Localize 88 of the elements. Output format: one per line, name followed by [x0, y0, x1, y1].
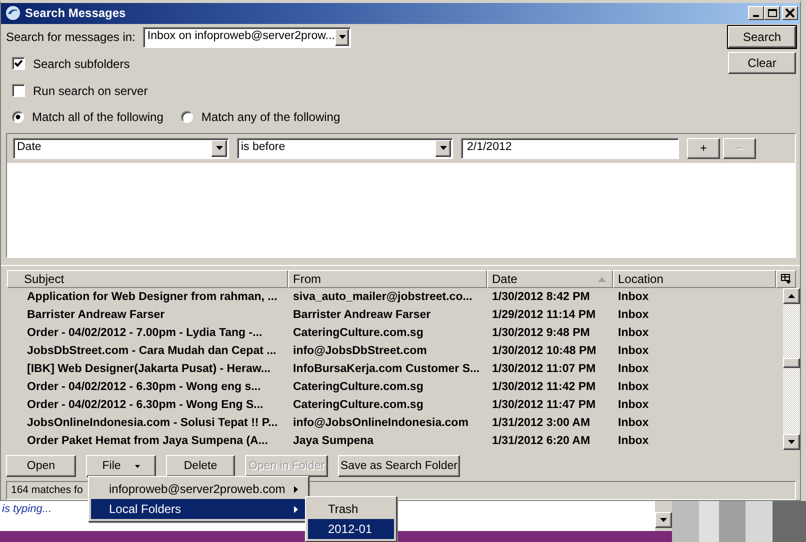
- search-button[interactable]: Search: [728, 26, 796, 48]
- table-cell-text: JobsDbStreet.com - Cara Mudah dan Cepat ...: [26, 344, 278, 359]
- table-cell-text: Order - 04/02/2012 - 7.00pm - Lydia Tang -...: [26, 326, 264, 341]
- operator-dropdown[interactable]: is before: [237, 138, 453, 159]
- table-cell-text: 1/30/2012 10:48 PM: [491, 344, 598, 359]
- scroll-thumb[interactable]: [783, 358, 800, 368]
- table-cell-text: 1/29/2012 11:14 PM: [491, 308, 597, 323]
- checkbox-label: Search subfolders: [33, 56, 130, 73]
- column-header[interactable]: Location: [613, 270, 776, 288]
- menu-item[interactable]: infoproweb@server2proweb.com: [91, 479, 306, 499]
- add-button[interactable]: +: [687, 138, 720, 159]
- table-cell-text: Inbox: [617, 362, 650, 377]
- file-button[interactable]: File: [86, 455, 156, 478]
- table-cell-text: Inbox: [617, 290, 650, 305]
- save-search-folder-button[interactable]: Save as Search Folder: [338, 455, 460, 478]
- table-cell-text: 1/30/2012 11:47 PM: [491, 398, 597, 413]
- table-cell-text: Application for Web Designer from rahman, ...: [26, 290, 278, 305]
- checkbox[interactable]: [12, 84, 25, 98]
- table-cell-text: Inbox: [617, 380, 650, 395]
- folder-dropdown[interactable]: Inbox on infoproweb@server2prow...: [143, 26, 352, 48]
- maximize-button[interactable]: [764, 6, 780, 20]
- down-arrow-icon: [788, 440, 795, 444]
- table-cell-text: Order - 04/02/2012 - 6.30pm - Wong eng s...: [26, 380, 262, 395]
- radio-label: Match all of the following: [32, 108, 164, 126]
- open-button[interactable]: Open: [6, 455, 76, 478]
- table-cell-text: Order Paket Hemat from Jaya Sumpena (A...: [26, 434, 269, 449]
- table-cell-text: InfoBursaKerja.com Customer S...: [292, 362, 481, 377]
- menu-item[interactable]: Trash: [308, 499, 394, 519]
- table-cell-text: 1/30/2012 9:48 PM: [491, 326, 591, 341]
- down-arrow-icon: [338, 35, 346, 40]
- column-picker-icon[interactable]: [776, 270, 796, 288]
- sort-arrow-icon: [598, 276, 606, 282]
- column-header[interactable]: Date: [487, 270, 613, 288]
- column-header[interactable]: Subject: [7, 270, 288, 288]
- clear-button[interactable]: Clear: [728, 52, 796, 74]
- scroll-up-button[interactable]: [783, 288, 800, 304]
- app-icon: [5, 5, 21, 22]
- up-arrow-icon: [788, 294, 795, 298]
- table-cell-text: Jaya Sumpena: [292, 434, 375, 449]
- down-arrow-icon: [216, 146, 222, 150]
- table-cell-text: CateringCulture.com.sg: [292, 398, 424, 413]
- table-cell-text: Barrister Andreaw Farser: [292, 308, 432, 323]
- table-cell-text: Inbox: [617, 398, 650, 413]
- table-cell-text: 1/30/2012 11:07 PM: [491, 362, 597, 377]
- table-cell-text: 1/31/2012 6:20 AM: [491, 434, 592, 449]
- close-button[interactable]: [782, 6, 798, 20]
- table-cell-text: CateringCulture.com.sg: [292, 326, 424, 341]
- column-header[interactable]: From: [288, 270, 487, 288]
- maximize-icon: [767, 8, 777, 18]
- submenu-arrow-icon: [294, 486, 298, 492]
- menu-item[interactable]: Local Folders: [91, 499, 306, 519]
- submenu-arrow-icon: [294, 506, 298, 512]
- table-cell-text: Inbox: [617, 416, 650, 431]
- table-cell-text: Barrister Andreaw Farser: [26, 308, 166, 323]
- radio-label: Match any of the following: [201, 108, 340, 126]
- minimize-button[interactable]: [748, 6, 764, 20]
- table-cell-text: info@JobsOnlineIndonesia.com: [292, 416, 470, 431]
- down-arrow-icon: [440, 146, 446, 150]
- menu-item[interactable]: 2012-01: [308, 519, 394, 539]
- scroll-down-button[interactable]: [655, 512, 672, 528]
- value-field[interactable]: 2/1/2012: [461, 138, 679, 159]
- table-cell-text: Inbox: [617, 326, 650, 341]
- table-cell-text: 1/31/2012 3:00 AM: [491, 416, 592, 431]
- caret-icon: [134, 464, 140, 468]
- radio-button[interactable]: [12, 110, 24, 123]
- field-dropdown[interactable]: Date: [13, 138, 229, 159]
- table-cell-text: Order - 04/02/2012 - 6.30pm - Wong Eng S...: [26, 398, 264, 413]
- table-cell-text: Inbox: [617, 344, 650, 359]
- table-cell-text: [IBK] Web Designer(Jakarta Pusat) - Heraw...: [26, 362, 272, 377]
- table-cell-text: siva_auto_mailer@jobstreet.co...: [292, 290, 474, 305]
- scroll-down-button[interactable]: [783, 434, 800, 450]
- checkbox[interactable]: [12, 57, 25, 70]
- down-arrow-icon: [660, 518, 667, 522]
- table-cell-text: JobsOnlineIndonesia.com - Solusi Tepat !! P...: [26, 416, 279, 431]
- table-cell-text: Inbox: [617, 434, 650, 449]
- table-cell-text: 1/30/2012 8:42 PM: [491, 290, 591, 305]
- minimize-icon: [753, 15, 759, 18]
- window-title: Search Messages: [25, 5, 127, 22]
- delete-button[interactable]: Delete: [166, 455, 235, 478]
- radio-button[interactable]: [181, 110, 194, 123]
- table-cell-text: CateringCulture.com.sg: [292, 380, 424, 395]
- table-cell-text: Inbox: [617, 308, 650, 323]
- typing-status: is typing...: [2, 502, 52, 517]
- table-cell-text: info@JobsDbStreet.com: [292, 344, 428, 359]
- checkbox-label: Run search on server: [33, 82, 148, 100]
- close-icon: [785, 8, 795, 18]
- scope-label: Search for messages in:: [6, 29, 136, 46]
- table-cell-text: 1/30/2012 11:42 PM: [491, 380, 597, 395]
